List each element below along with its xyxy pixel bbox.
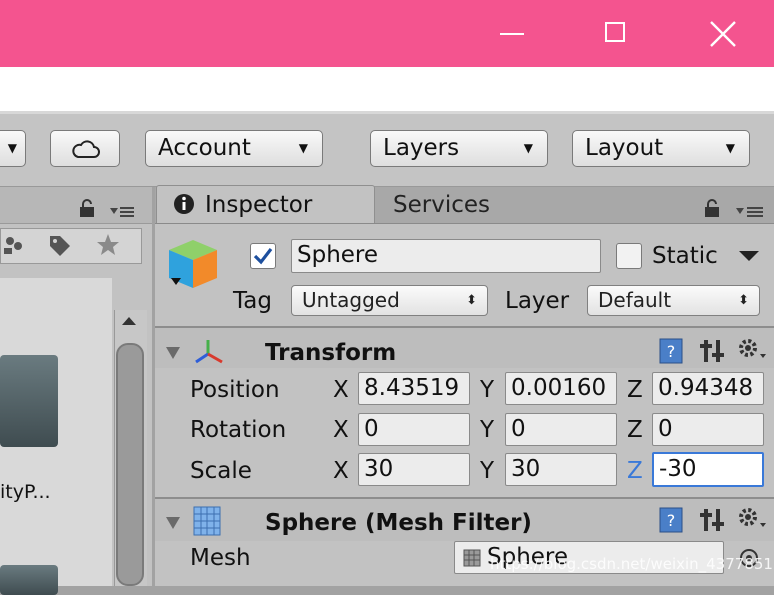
mesh-asset-icon [463,549,481,567]
svg-text:?: ? [667,511,676,530]
tag-dropdown[interactable]: Untagged ⬍ [291,285,488,316]
layer-dropdown[interactable]: Default ⬍ [587,285,760,316]
menu-bar [0,67,774,111]
help-book-icon[interactable]: ? [657,506,685,534]
mesh-filter-title: Sphere (Mesh Filter) [265,510,532,536]
scale-y-axis-label[interactable]: Y [480,457,494,485]
asset-thumbnail[interactable] [0,355,58,447]
rotation-z-field[interactable]: 0 [652,413,764,446]
position-label: Position [190,377,280,403]
minimize-button[interactable] [468,0,560,67]
preset-sliders-icon[interactable] [700,338,724,364]
scale-x-axis-label[interactable]: X [333,457,349,485]
filter-by-label-icon[interactable] [48,234,72,256]
rotation-label: Rotation [190,417,287,443]
filter-by-type-icon[interactable] [2,234,26,256]
scrollbar-thumb[interactable] [116,343,144,586]
lock-icon[interactable] [78,198,96,218]
rotation-y-field[interactable]: 0 [505,413,617,446]
panel-menu-icon[interactable] [110,204,134,218]
static-label: Static [652,243,718,269]
layout-label: Layout [585,135,664,161]
static-dropdown-arrow-icon[interactable] [738,250,760,262]
object-name-input[interactable]: Sphere [291,239,601,273]
maximize-icon [605,22,625,42]
position-x-field[interactable]: 8.43519 [358,372,470,405]
close-icon [710,21,736,47]
layers-label: Layers [383,135,460,161]
scale-y-field[interactable]: 30 [505,453,617,486]
gear-icon[interactable] [736,505,768,533]
inspector-lock-icon[interactable] [703,198,721,218]
svg-text:?: ? [667,342,676,361]
gameobject-cube-icon[interactable] [165,238,221,290]
toolbar-dropdown-cut[interactable]: ▼ [0,130,26,167]
rotation-z-axis-label[interactable]: Z [627,416,643,444]
layers-dropdown[interactable]: Layers ▼ [370,130,548,167]
rotation-y-axis-label[interactable]: Y [480,416,494,444]
checkmark-icon [253,248,273,265]
transform-axis-icon [195,340,223,364]
favorite-star-icon[interactable] [95,232,121,258]
collab-cloud-button[interactable] [50,130,120,167]
scale-z-field[interactable]: -30 [652,452,764,487]
maximize-button[interactable] [570,0,662,67]
updown-arrow-icon: ⬍ [466,293,477,308]
rotation-x-field[interactable]: 0 [358,413,470,446]
layer-value: Default [598,288,672,312]
cloud-icon [72,140,100,158]
tag-value: Untagged [302,288,400,312]
tag-label: Tag [233,288,272,314]
scale-z-axis-label[interactable]: Z [627,457,643,485]
static-checkbox[interactable] [616,243,642,269]
position-y-field[interactable]: 0.00160 [505,372,617,405]
account-dropdown[interactable]: Account ▼ [145,130,323,167]
foldout-arrow-icon[interactable] [165,516,181,530]
position-x-axis-label[interactable]: X [333,376,349,404]
scale-x-field[interactable]: 30 [358,453,470,486]
transform-title: Transform [265,340,397,366]
asset-label: ityP... [0,481,51,503]
help-book-icon[interactable]: ? [657,337,685,365]
close-button[interactable] [676,0,768,67]
inspector-tab-label: Inspector [205,192,313,218]
info-icon [174,194,194,214]
tab-services[interactable]: Services [393,191,490,219]
inspector-menu-icon[interactable] [736,204,764,218]
scroll-up-arrow-icon[interactable] [120,315,138,327]
foldout-arrow-icon[interactable] [165,346,181,360]
account-label: Account [158,135,251,161]
preset-sliders-icon[interactable] [700,507,724,533]
asset-thumbnail-2[interactable] [0,565,58,595]
position-z-axis-label[interactable]: Z [627,376,643,404]
updown-arrow-icon: ⬍ [738,293,749,308]
minimize-icon [500,33,524,35]
layout-dropdown[interactable]: Layout ▼ [572,130,750,167]
active-checkbox[interactable] [250,243,276,269]
rotation-x-axis-label[interactable]: X [333,416,349,444]
gear-icon[interactable] [736,336,768,364]
layer-label: Layer [505,288,570,314]
mesh-label: Mesh [190,545,251,571]
position-z-field[interactable]: 0.94348 [652,372,764,405]
watermark: https://blog.csdn.net/weixin_43778515 [490,555,774,573]
scale-label: Scale [190,458,252,484]
position-y-axis-label[interactable]: Y [480,376,494,404]
mesh-grid-icon [193,506,221,536]
